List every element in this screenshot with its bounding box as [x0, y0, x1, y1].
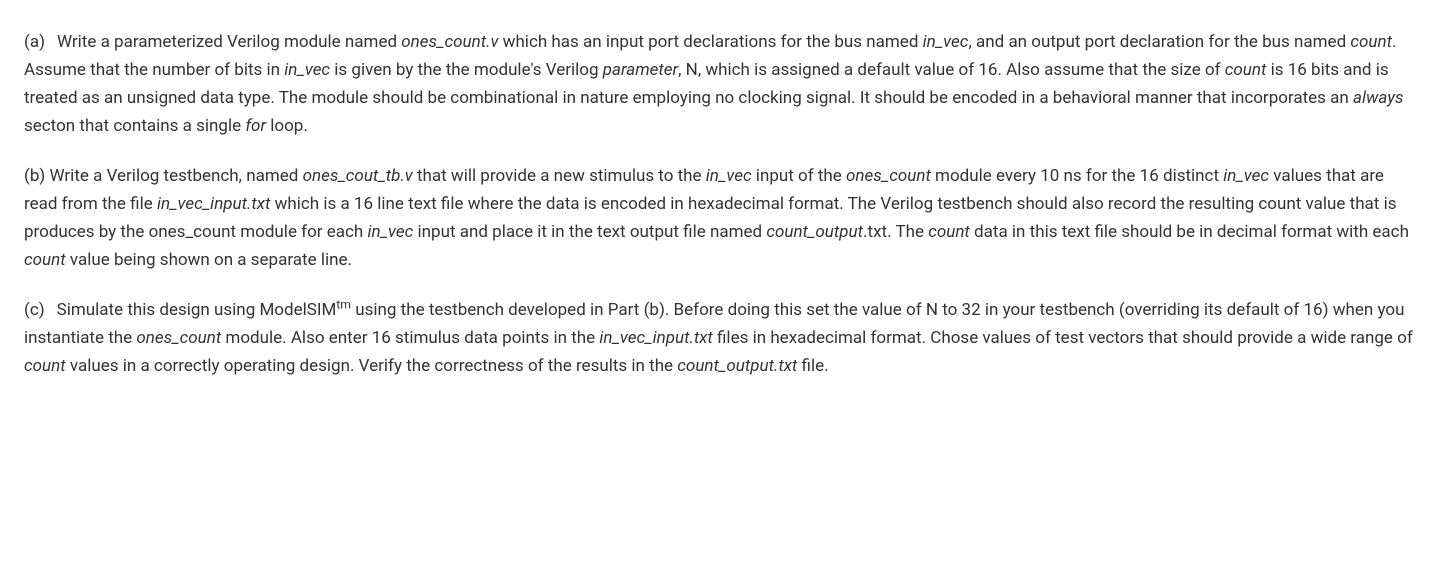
text: which has an input port declarations for…	[498, 32, 922, 52]
text: secton that contains a single	[24, 116, 245, 136]
part-label-b: (b)	[24, 166, 45, 186]
text-italic: for	[245, 116, 266, 136]
paragraph-c: (c) Simulate this design using ModelSIMtm…	[24, 296, 1420, 380]
text-italic: count_output.txt	[677, 356, 797, 376]
text: Write a parameterized Verilog module nam…	[57, 32, 401, 52]
text: , and an output port declaration for the…	[968, 32, 1350, 52]
text-italic: ones_cout_tb.v	[303, 166, 413, 186]
text: module. Also enter 16 stimulus data poin…	[221, 328, 599, 348]
text: values in a correctly operating design. …	[66, 356, 678, 376]
superscript-tm: tm	[336, 298, 351, 312]
text: .txt. The	[863, 222, 928, 242]
paragraph-a: (a) Write a parameterized Verilog module …	[24, 28, 1420, 140]
text: loop.	[266, 116, 308, 136]
text: file.	[797, 356, 828, 376]
text-italic: ones_count	[136, 328, 221, 348]
paragraph-b: (b) Write a Verilog testbench, named one…	[24, 162, 1420, 274]
text-italic: count	[1350, 32, 1392, 52]
text-italic: in_vec	[368, 222, 414, 242]
text-italic: in_vec	[1223, 166, 1269, 186]
text-italic: in_vec	[706, 166, 752, 186]
text-italic: in_vec	[923, 32, 969, 52]
text: Write a Verilog testbench, named	[50, 166, 303, 186]
text: input of the	[752, 166, 846, 186]
text: , N, which is assigned a default value o…	[678, 60, 1225, 80]
text-italic: ones_count	[846, 166, 931, 186]
text-italic: always	[1353, 88, 1404, 108]
text: value being shown on a separate line.	[66, 250, 352, 270]
text-italic: in_vec_input.txt	[157, 194, 270, 214]
text-italic: in_vec	[284, 60, 330, 80]
text: is given by the the module's Verilog	[330, 60, 603, 80]
text-italic: count	[928, 222, 970, 242]
text: Simulate this design using ModelSIM	[57, 300, 337, 320]
text-italic: count_output	[766, 222, 863, 242]
text-italic: count	[24, 250, 66, 270]
text-italic: count	[1225, 60, 1267, 80]
text: files in hexadecimal format. Chose value…	[713, 328, 1413, 348]
text-italic: in_vec_input.txt	[599, 328, 712, 348]
text: input and place it in the text output fi…	[413, 222, 766, 242]
text-italic: ones_count.v	[401, 32, 498, 52]
text: that will provide a new stimulus to the	[413, 166, 706, 186]
text-italic: count	[24, 356, 66, 376]
text: module every 10 ns for the 16 distinct	[931, 166, 1223, 186]
text-italic: parameter	[603, 60, 678, 80]
part-label-a: (a)	[24, 32, 45, 52]
part-label-c: (c)	[24, 300, 45, 320]
text: data in this text file should be in deci…	[970, 222, 1409, 242]
